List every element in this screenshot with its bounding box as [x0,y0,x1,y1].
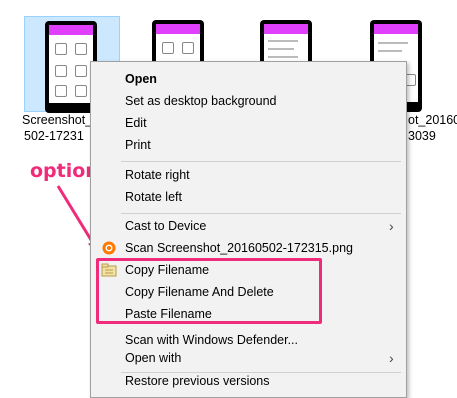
menu-separator [121,213,401,214]
context-menu: Open Set as desktop background Edit Prin… [90,61,407,398]
chevron-right-icon: › [389,218,394,234]
menu-scan[interactable]: Scan Screenshot_20160502-172315.png [91,237,406,259]
menu-rotate-right[interactable]: Rotate right [91,164,406,186]
menu-cast-to-device[interactable]: Cast to Device › [91,215,406,237]
avast-scan-icon [102,241,116,255]
menu-separator [121,161,401,162]
menu-edit[interactable]: Edit [91,112,406,134]
menu-restore-previous-versions[interactable]: Restore previous versions [91,370,406,392]
menu-rotate-left[interactable]: Rotate left [91,186,406,208]
menu-open[interactable]: Open [91,68,406,90]
menu-print[interactable]: Print [91,134,406,156]
menu-set-desktop-background[interactable]: Set as desktop background [91,90,406,112]
highlight-box [96,258,322,324]
chevron-right-icon: › [389,350,394,366]
menu-open-with[interactable]: Open with › [91,347,406,369]
file-caption-1: Screenshot_2 502-17231 [22,113,100,143]
file-caption-4: ot_20160 3039 [408,113,457,143]
